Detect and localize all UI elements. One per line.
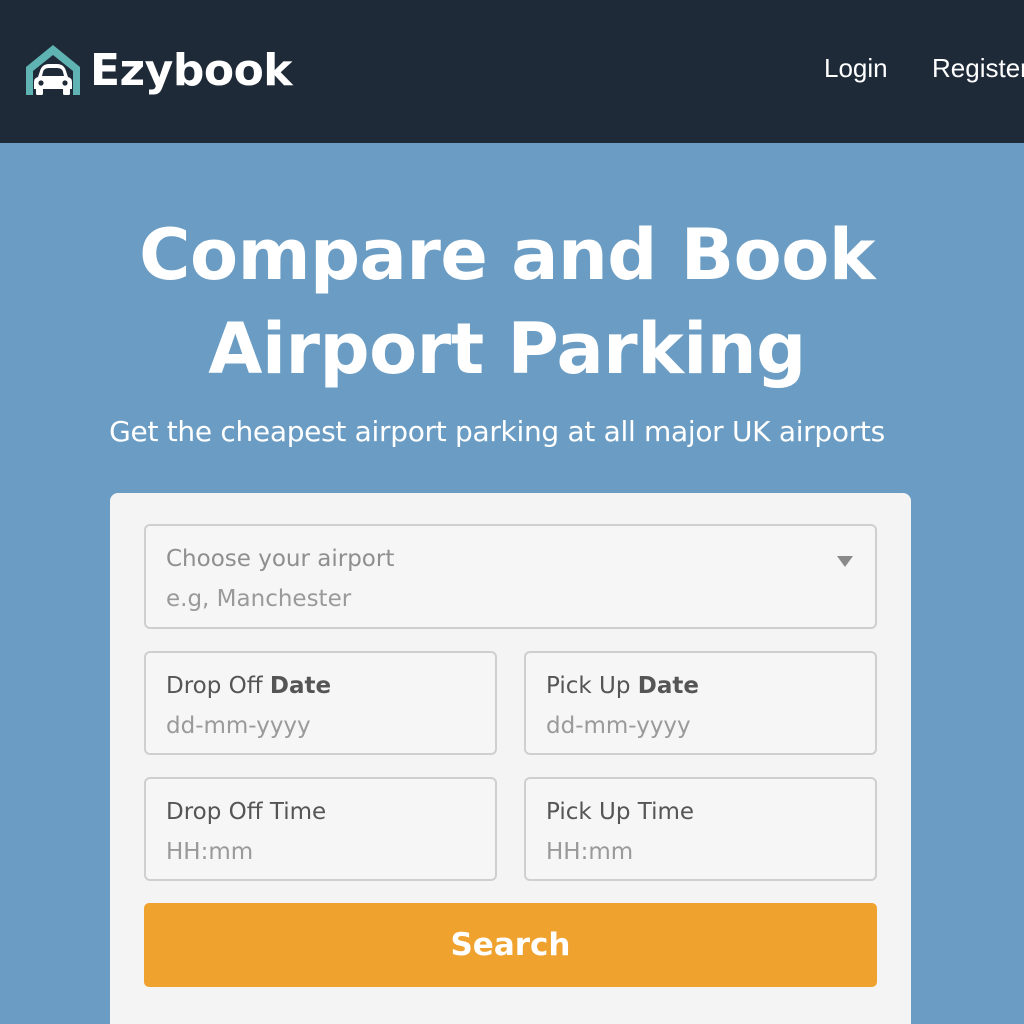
drop-off-date-label: Drop Off Date: [166, 673, 331, 699]
pick-up-time-label: Pick Up Time: [546, 799, 695, 825]
brand-logo-link[interactable]: Ezybook: [22, 40, 293, 100]
pick-up-date-input[interactable]: [546, 713, 846, 739]
drop-off-date-field[interactable]: Drop Off Date: [144, 651, 497, 755]
pick-up-date-label-prefix: Pick Up: [546, 673, 638, 699]
drop-off-time-field[interactable]: Drop Off Time: [144, 777, 497, 881]
top-navbar: Ezybook Login Register: [0, 0, 1024, 143]
pick-up-time-input[interactable]: [546, 839, 846, 865]
airport-input[interactable]: [166, 586, 766, 612]
garage-car-icon: [26, 45, 80, 95]
drop-off-time-label: Drop Off Time: [166, 799, 327, 825]
airport-select[interactable]: Choose your airport: [144, 524, 877, 629]
pick-up-date-field[interactable]: Pick Up Date: [524, 651, 877, 755]
hero-title-line-1: Compare and Book: [139, 214, 875, 296]
brand-name: Ezybook: [90, 44, 293, 96]
pick-up-date-label-bold: Date: [637, 673, 699, 699]
drop-off-date-label-prefix: Drop Off: [166, 673, 270, 699]
hero-title-line-2: Airport Parking: [208, 308, 806, 390]
drop-off-time-input[interactable]: [166, 839, 466, 865]
airport-select-label: Choose your airport: [166, 546, 395, 572]
hero-subtitle: Get the cheapest airport parking at all …: [109, 415, 885, 448]
search-button[interactable]: Search: [144, 903, 877, 987]
drop-off-date-input[interactable]: [166, 713, 466, 739]
drop-off-date-label-bold: Date: [269, 673, 332, 699]
chevron-down-icon[interactable]: [837, 556, 853, 567]
register-link[interactable]: Register: [932, 53, 1024, 84]
hero-title: Compare and Book Airport Parking: [0, 208, 1014, 396]
search-form-card: Choose your airport Drop Off Date Pick U…: [110, 493, 911, 1024]
login-link[interactable]: Login: [824, 53, 888, 84]
pick-up-time-field[interactable]: Pick Up Time: [524, 777, 877, 881]
pick-up-date-label: Pick Up Date: [546, 673, 699, 699]
